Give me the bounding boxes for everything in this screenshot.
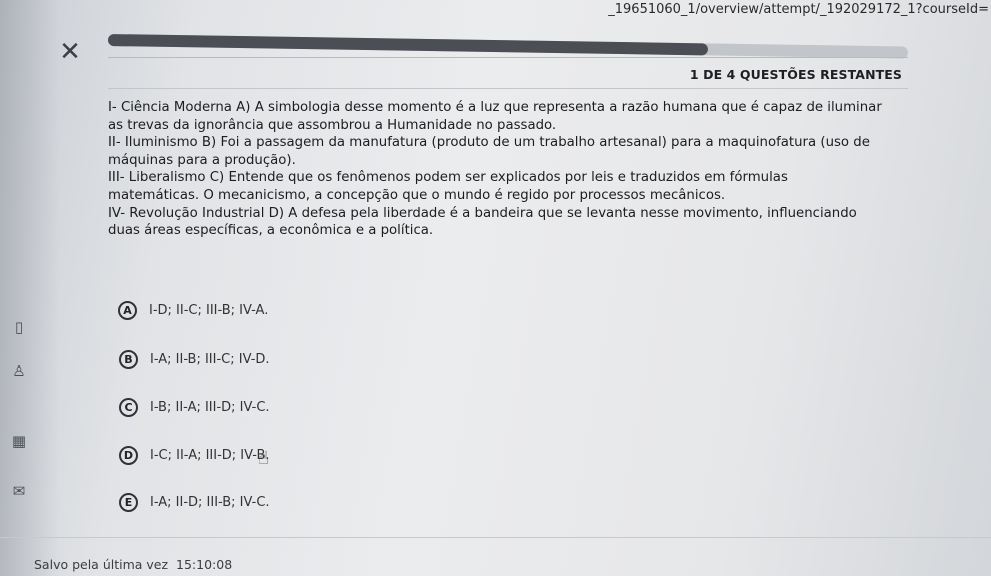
calendar-icon[interactable]: ▦ xyxy=(4,432,34,450)
option-letter: C xyxy=(119,397,138,417)
option-text: I-A; II-D; III-B; IV-C. xyxy=(150,494,270,510)
question-text: I- Ciência Moderna A) A simbologia desse… xyxy=(108,99,883,240)
quiz-progress-bar xyxy=(107,34,908,59)
option-letter: A xyxy=(118,300,137,320)
option-letter: D xyxy=(119,445,138,465)
last-saved-status: Salvo pela última vez 15:10:08 xyxy=(34,557,232,572)
mail-icon[interactable]: ✉ xyxy=(4,482,34,500)
option-text: I-B; II-A; III-D; IV-C. xyxy=(150,399,270,415)
option-b[interactable]: B I-A; II-B; III-C; IV-D. xyxy=(119,348,270,370)
option-letter: B xyxy=(119,349,138,369)
option-e[interactable]: E I-A; II-D; III-B; IV-C. xyxy=(119,491,270,513)
questions-remaining: 1 DE 4 QUESTÕES RESTANTES xyxy=(690,67,902,82)
close-icon: ✕ xyxy=(59,37,81,67)
option-a[interactable]: A I-D; II-C; III-B; IV-A. xyxy=(118,299,268,321)
remaining-label: DE 4 QUESTÕES RESTANTES xyxy=(703,67,902,82)
book-icon[interactable]: ▯ xyxy=(4,318,34,336)
question-line-3: III- Liberalismo C) Entende que os fenôm… xyxy=(108,170,788,203)
option-c[interactable]: C I-B; II-A; III-D; IV-C. xyxy=(119,396,270,418)
divider xyxy=(0,537,991,538)
option-text: I-D; II-C; III-B; IV-A. xyxy=(149,302,269,318)
saved-time: 15:10:08 xyxy=(176,557,233,572)
browser-url-bar[interactable]: _19651060_1/overview/attempt/_192029172_… xyxy=(0,0,991,20)
question-line-1: I- Ciência Moderna A) A simbologia desse… xyxy=(108,100,882,133)
divider xyxy=(108,88,908,89)
left-sidebar: ▯ ♙ ▦ ✉ xyxy=(0,0,60,576)
question-line-4: IV- Revolução Industrial D) A defesa pel… xyxy=(108,205,857,239)
question-line-2: II- Iluminismo B) Foi a passagem da manu… xyxy=(108,135,870,168)
option-d[interactable]: D I-C; II-A; III-D; IV-B. xyxy=(119,444,270,466)
divider xyxy=(108,57,908,58)
option-text: I-A; II-B; III-C; IV-D. xyxy=(150,351,270,367)
remaining-number: 1 xyxy=(689,67,699,82)
option-letter: E xyxy=(119,492,138,512)
hand-pointer-icon: ☝ xyxy=(258,448,269,469)
quiz-progress-fill xyxy=(107,34,709,56)
url-text: _19651060_1/overview/attempt/_192029172_… xyxy=(608,2,989,17)
saved-label: Salvo pela última vez xyxy=(34,557,169,572)
person-icon[interactable]: ♙ xyxy=(4,362,34,380)
option-text: I-C; II-A; III-D; IV-B. xyxy=(150,447,270,463)
close-button[interactable]: ✕ xyxy=(57,37,83,67)
